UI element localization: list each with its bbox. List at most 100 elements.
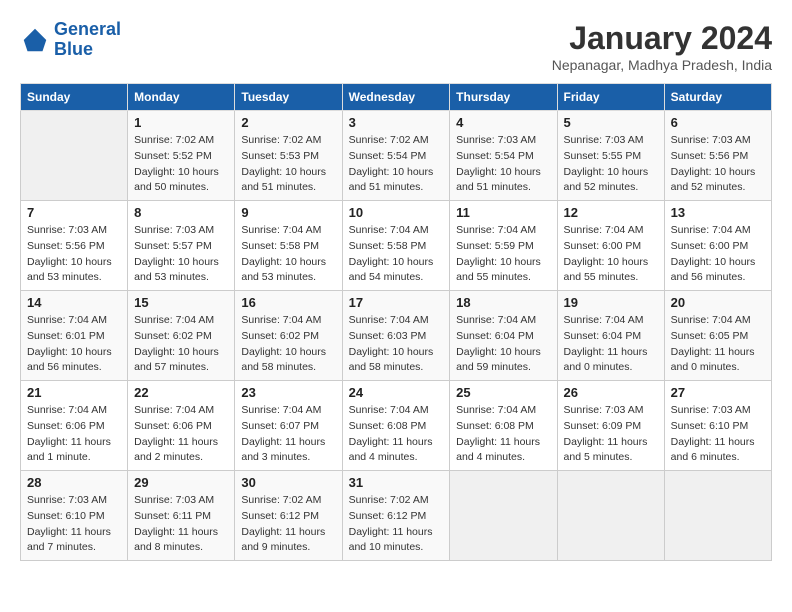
day-info: Sunrise: 7:04 AMSunset: 6:06 PMDaylight:… [134,403,228,466]
day-number: 23 [241,385,335,400]
day-number: 15 [134,295,228,310]
day-number: 1 [134,115,228,130]
day-info: Sunrise: 7:04 AMSunset: 6:02 PMDaylight:… [241,313,335,376]
day-info: Sunrise: 7:04 AMSunset: 5:59 PMDaylight:… [456,223,550,286]
day-number: 26 [564,385,658,400]
day-number: 28 [27,475,121,490]
day-info: Sunrise: 7:02 AMSunset: 5:52 PMDaylight:… [134,133,228,196]
week-row-1: 1 Sunrise: 7:02 AMSunset: 5:52 PMDaylight… [21,111,772,201]
day-number: 25 [456,385,550,400]
title-block: January 2024 Nepanagar, Madhya Pradesh, … [552,20,772,73]
calendar-cell: 28 Sunrise: 7:03 AMSunset: 6:10 PMDayligh… [21,471,128,561]
day-info: Sunrise: 7:04 AMSunset: 6:04 PMDaylight:… [564,313,658,376]
day-number: 17 [349,295,444,310]
calendar-cell: 21 Sunrise: 7:04 AMSunset: 6:06 PMDayligh… [21,381,128,471]
calendar-cell: 19 Sunrise: 7:04 AMSunset: 6:04 PMDayligh… [557,291,664,381]
location: Nepanagar, Madhya Pradesh, India [552,57,772,73]
day-number: 4 [456,115,550,130]
calendar-cell: 10Sunrise: 7:04 AMSunset: 5:58 PMDayligh… [342,201,450,291]
calendar-cell: 11 Sunrise: 7:04 AMSunset: 5:59 PMDayligh… [450,201,557,291]
day-number: 2 [241,115,335,130]
day-number: 21 [27,385,121,400]
calendar-cell: 26 Sunrise: 7:03 AMSunset: 6:09 PMDayligh… [557,381,664,471]
calendar-cell: 14 Sunrise: 7:04 AMSunset: 6:01 PMDayligh… [21,291,128,381]
day-info: Sunrise: 7:03 AMSunset: 5:56 PMDaylight:… [27,223,121,286]
day-number: 22 [134,385,228,400]
day-number: 14 [27,295,121,310]
day-info: Sunrise: 7:04 AMSunset: 6:00 PMDaylight:… [671,223,765,286]
calendar-cell: 27 Sunrise: 7:03 AMSunset: 6:10 PMDayligh… [664,381,771,471]
calendar-cell: 12 Sunrise: 7:04 AMSunset: 6:00 PMDayligh… [557,201,664,291]
calendar-cell [664,471,771,561]
calendar-cell: 13 Sunrise: 7:04 AMSunset: 6:00 PMDayligh… [664,201,771,291]
day-info: Sunrise: 7:04 AMSunset: 6:03 PMDaylight:… [349,313,444,376]
day-number: 18 [456,295,550,310]
header-sunday: Sunday [21,84,128,111]
week-row-2: 7Sunrise: 7:03 AMSunset: 5:56 PMDaylight… [21,201,772,291]
calendar-cell: 31Sunrise: 7:02 AMSunset: 6:12 PMDayligh… [342,471,450,561]
day-number: 19 [564,295,658,310]
day-number: 5 [564,115,658,130]
calendar-cell: 15 Sunrise: 7:04 AMSunset: 6:02 PMDayligh… [128,291,235,381]
day-info: Sunrise: 7:04 AMSunset: 6:06 PMDaylight:… [27,403,121,466]
logo-line2: Blue [54,39,93,59]
day-info: Sunrise: 7:02 AMSunset: 5:54 PMDaylight:… [349,133,444,196]
day-info: Sunrise: 7:02 AMSunset: 5:53 PMDaylight:… [241,133,335,196]
calendar-cell: 23Sunrise: 7:04 AMSunset: 6:07 PMDayligh… [235,381,342,471]
day-info: Sunrise: 7:03 AMSunset: 6:10 PMDaylight:… [27,493,121,556]
logo-line1: General [54,19,121,39]
day-info: Sunrise: 7:04 AMSunset: 5:58 PMDaylight:… [241,223,335,286]
day-info: Sunrise: 7:04 AMSunset: 6:00 PMDaylight:… [564,223,658,286]
calendar-cell: 24Sunrise: 7:04 AMSunset: 6:08 PMDayligh… [342,381,450,471]
day-number: 20 [671,295,765,310]
calendar-body: 1 Sunrise: 7:02 AMSunset: 5:52 PMDaylight… [21,111,772,561]
day-info: Sunrise: 7:04 AMSunset: 6:01 PMDaylight:… [27,313,121,376]
header-saturday: Saturday [664,84,771,111]
day-number: 13 [671,205,765,220]
logo: General Blue [20,20,121,60]
calendar-cell [21,111,128,201]
calendar-table: SundayMondayTuesdayWednesdayThursdayFrid… [20,83,772,561]
day-number: 16 [241,295,335,310]
day-number: 9 [241,205,335,220]
day-info: Sunrise: 7:03 AMSunset: 5:57 PMDaylight:… [134,223,228,286]
calendar-cell: 22 Sunrise: 7:04 AMSunset: 6:06 PMDayligh… [128,381,235,471]
day-info: Sunrise: 7:03 AMSunset: 6:11 PMDaylight:… [134,493,228,556]
day-info: Sunrise: 7:04 AMSunset: 6:04 PMDaylight:… [456,313,550,376]
calendar-cell: 5Sunrise: 7:03 AMSunset: 5:55 PMDaylight… [557,111,664,201]
day-number: 30 [241,475,335,490]
day-info: Sunrise: 7:03 AMSunset: 6:10 PMDaylight:… [671,403,765,466]
day-number: 27 [671,385,765,400]
day-info: Sunrise: 7:04 AMSunset: 6:05 PMDaylight:… [671,313,765,376]
day-info: Sunrise: 7:04 AMSunset: 6:08 PMDaylight:… [349,403,444,466]
calendar-cell [450,471,557,561]
logo-text: General Blue [54,20,121,60]
calendar-cell: 18 Sunrise: 7:04 AMSunset: 6:04 PMDayligh… [450,291,557,381]
calendar-cell: 20 Sunrise: 7:04 AMSunset: 6:05 PMDayligh… [664,291,771,381]
day-info: Sunrise: 7:04 AMSunset: 6:02 PMDaylight:… [134,313,228,376]
calendar-cell: 29 Sunrise: 7:03 AMSunset: 6:11 PMDayligh… [128,471,235,561]
day-number: 29 [134,475,228,490]
calendar-cell: 25 Sunrise: 7:04 AMSunset: 6:08 PMDayligh… [450,381,557,471]
calendar-cell: 4 Sunrise: 7:03 AMSunset: 5:54 PMDaylight… [450,111,557,201]
day-info: Sunrise: 7:03 AMSunset: 5:56 PMDaylight:… [671,133,765,196]
calendar-cell: 1 Sunrise: 7:02 AMSunset: 5:52 PMDaylight… [128,111,235,201]
calendar-cell [557,471,664,561]
header-friday: Friday [557,84,664,111]
day-number: 8 [134,205,228,220]
week-row-3: 14 Sunrise: 7:04 AMSunset: 6:01 PMDayligh… [21,291,772,381]
header-tuesday: Tuesday [235,84,342,111]
page-header: General Blue January 2024 Nepanagar, Mad… [20,20,772,73]
day-number: 11 [456,205,550,220]
day-info: Sunrise: 7:02 AMSunset: 6:12 PMDaylight:… [349,493,444,556]
day-info: Sunrise: 7:03 AMSunset: 6:09 PMDaylight:… [564,403,658,466]
day-info: Sunrise: 7:04 AMSunset: 6:08 PMDaylight:… [456,403,550,466]
day-info: Sunrise: 7:03 AMSunset: 5:54 PMDaylight:… [456,133,550,196]
day-number: 12 [564,205,658,220]
month-title: January 2024 [552,20,772,57]
calendar-cell: 9 Sunrise: 7:04 AMSunset: 5:58 PMDaylight… [235,201,342,291]
day-number: 6 [671,115,765,130]
day-number: 3 [349,115,444,130]
week-row-5: 28 Sunrise: 7:03 AMSunset: 6:10 PMDayligh… [21,471,772,561]
calendar-cell: 3 Sunrise: 7:02 AMSunset: 5:54 PMDaylight… [342,111,450,201]
